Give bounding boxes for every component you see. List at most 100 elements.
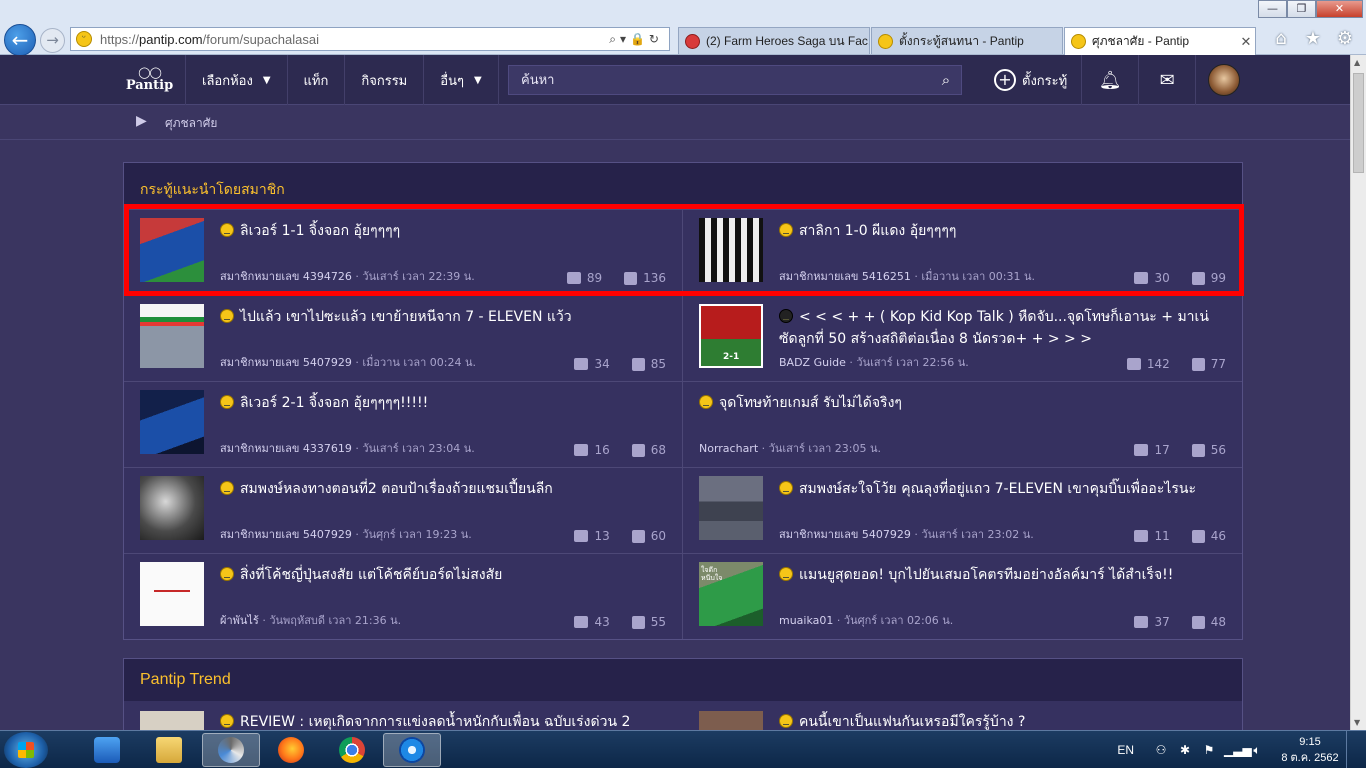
search-input[interactable] xyxy=(521,72,931,88)
media-player-app[interactable] xyxy=(78,733,136,767)
comment-icon xyxy=(1134,444,1149,456)
recorder-app[interactable] xyxy=(202,733,260,767)
favorites-star-icon[interactable]: ★ xyxy=(1302,28,1324,49)
search-icon[interactable]: ⌕ xyxy=(931,71,961,89)
topic-item[interactable]: 2-1 < < < + + ( Kop Kid Kop Talk ) หืดจั… xyxy=(683,295,1242,381)
settings-gear-icon[interactable]: ⚙ xyxy=(1334,28,1356,49)
comment-icon xyxy=(1134,272,1149,284)
search-box: ⌕ xyxy=(508,65,962,95)
menu-activities[interactable]: กิจกรรม xyxy=(345,55,425,105)
vote-plus-icon xyxy=(624,271,638,285)
menu-select-room[interactable]: เลือกห้อง ▼ xyxy=(186,55,288,105)
internet-explorer-app[interactable] xyxy=(383,733,441,767)
topic-thumbnail[interactable] xyxy=(140,390,204,454)
thumbnail-score-text: 2-1 xyxy=(723,352,740,362)
language-indicator[interactable]: EN xyxy=(1117,743,1134,757)
topic-emoji-icon xyxy=(779,714,793,728)
volume-icon[interactable]: 🔈︎ xyxy=(1248,743,1266,758)
firefox-icon xyxy=(278,737,304,763)
notification-bell-icon[interactable]: 🔔︎ xyxy=(1082,55,1140,105)
topic-item[interactable]: สาลิกา 1-0 ผีแดง อุ้ยๆๆๆๆ สมาชิกหมายเลข … xyxy=(683,209,1242,295)
explorer-app[interactable] xyxy=(140,733,198,767)
topic-thumbnail[interactable] xyxy=(140,476,204,540)
vote-plus-icon xyxy=(631,357,645,371)
vote-plus-icon xyxy=(631,615,645,629)
back-button[interactable]: ← xyxy=(4,24,36,56)
media-player-icon xyxy=(94,737,120,763)
user-avatar[interactable] xyxy=(1208,64,1241,96)
tab-new-topic[interactable]: ตั้งกระทู้สนทนา - Pantip xyxy=(871,27,1063,54)
pantip-trend-panel: Pantip Trend REVIEW : เหตุเกิดจากการแข่ง… xyxy=(123,658,1243,738)
clock[interactable]: 9:15 8 ต.ค. 2562 xyxy=(1280,734,1340,766)
recommended-topics-panel: กระทู้แนะนำโดยสมาชิก ลิเวอร์ 1-1 จิ้งจอก… xyxy=(123,162,1243,640)
browser-toolbar-right: ⌂ ★ ⚙ xyxy=(1270,28,1356,49)
recommended-title: กระทู้แนะนำโดยสมาชิก xyxy=(124,163,1242,209)
topic-emoji-icon xyxy=(699,395,713,409)
close-tab-icon[interactable]: ✕ xyxy=(1237,34,1255,50)
topic-item[interactable]: ใจดีก หนีบใจ แมนยูสุดยอด! บุกไปยันเสมอโค… xyxy=(683,553,1242,639)
farm-heroes-favicon-icon xyxy=(685,33,700,49)
home-icon[interactable]: ⌂ xyxy=(1270,28,1292,49)
vote-plus-icon xyxy=(1191,271,1205,285)
close-window-button[interactable]: ✕ xyxy=(1316,0,1363,18)
forward-button[interactable]: → xyxy=(40,28,65,53)
topic-thumbnail[interactable] xyxy=(140,304,204,368)
scroll-down-icon[interactable]: ▼ xyxy=(1354,718,1360,727)
folder-icon xyxy=(156,737,182,763)
caret-down-icon: ▼ xyxy=(473,74,482,86)
topic-item[interactable]: จุดโทษท้ายเกมส์ รับไม่ได้จริงๆ Norrachar… xyxy=(683,381,1242,467)
topic-item[interactable]: สมพงษ์สะใจโว้ย คุณลุงที่อยู่แถว 7-ELEVEN… xyxy=(683,467,1242,553)
address-bar[interactable]: ᵕ https://pantip.com/forum/supachalasai … xyxy=(70,27,670,51)
menu-others[interactable]: อื่นๆ ▼ xyxy=(424,55,499,105)
topic-item[interactable]: สิ่งที่โค้ชญี่ปุ่นสงสัย แต่โค้ชคีย์บอร์ด… xyxy=(124,553,683,639)
comment-icon xyxy=(1134,616,1149,628)
windows-taskbar: EN ⚇ ✱ ⚑ ▁▃▅ 🔈︎ 9:15 8 ต.ค. 2562 xyxy=(0,730,1366,768)
start-button[interactable] xyxy=(4,732,48,768)
maximize-button[interactable]: ❐ xyxy=(1287,0,1316,18)
signal-icon[interactable]: ▁▃▅ xyxy=(1224,743,1252,757)
logo-mark-icon: ◯◯ xyxy=(138,65,162,79)
caret-down-icon: ▼ xyxy=(262,74,271,86)
chrome-app[interactable] xyxy=(323,733,381,767)
firefox-app[interactable] xyxy=(262,733,320,767)
topic-emoji-icon xyxy=(220,223,234,237)
comment-icon xyxy=(574,444,589,456)
topic-thumbnail[interactable] xyxy=(140,711,204,731)
pantip-logo[interactable]: ◯◯ Pantip xyxy=(114,55,186,105)
topic-item[interactable]: ไปแล้ว เขาไปซะแล้ว เขาย้ายหนีจาก 7 - ELE… xyxy=(124,295,683,381)
address-tools-icon[interactable]: ⌕▾🔒↻ xyxy=(609,32,669,47)
bluetooth-icon[interactable]: ✱ xyxy=(1176,743,1194,757)
topic-item[interactable]: ลิเวอร์ 1-1 จิ้งจอก อุ้ยๆๆๆๆ สมาชิกหมายเ… xyxy=(124,209,683,295)
scrollbar-thumb[interactable] xyxy=(1353,73,1364,173)
topic-thumbnail[interactable] xyxy=(699,218,763,282)
site-favicon-icon: ᵕ xyxy=(76,31,92,47)
comment-icon xyxy=(574,530,589,542)
topic-thumbnail[interactable] xyxy=(140,562,204,626)
topic-thumbnail[interactable]: 2-1 xyxy=(699,304,763,368)
menu-tags[interactable]: แท็ก xyxy=(288,55,346,105)
comment-icon xyxy=(574,616,589,628)
topic-thumbnail[interactable]: ใจดีก หนีบใจ xyxy=(699,562,763,626)
breadcrumb: ▶ ศุภชลาศัย xyxy=(0,106,1350,140)
site-header: ◯◯ Pantip เลือกห้อง ▼ แท็ก กิจกรรม อื่นๆ ▼… xyxy=(0,55,1350,105)
show-desktop-button[interactable] xyxy=(1346,731,1358,768)
topic-thumbnail[interactable] xyxy=(699,711,763,731)
comment-icon xyxy=(1134,530,1149,542)
flag-icon[interactable]: ⚑ xyxy=(1200,743,1218,757)
tab-farm-heroes[interactable]: (2) Farm Heroes Saga บน Fac... xyxy=(678,27,870,54)
thumbnail-caption-text: ใจดีก หนีบใจ xyxy=(701,566,723,582)
topic-thumbnail[interactable] xyxy=(140,218,204,282)
window-controls: — ❐ ✕ xyxy=(1258,0,1363,18)
tab-supachalasai[interactable]: ศุภชลาศัย - Pantip ✕ xyxy=(1064,27,1256,55)
minimize-button[interactable]: — xyxy=(1258,0,1287,18)
page-scrollbar[interactable]: ▲ ▼ xyxy=(1350,55,1366,730)
scroll-up-icon[interactable]: ▲ xyxy=(1354,58,1360,67)
new-topic-button[interactable]: + ตั้งกระทู้ xyxy=(980,55,1083,105)
network-monitor-icon[interactable]: ⚇ xyxy=(1152,743,1170,757)
topic-thumbnail[interactable] xyxy=(699,476,763,540)
topic-item[interactable]: ลิเวอร์ 2-1 จิ้งจอก อุ้ยๆๆๆๆ!!!!! สมาชิก… xyxy=(124,381,683,467)
mail-icon[interactable]: ✉ xyxy=(1139,55,1197,105)
topic-item[interactable]: สมพงษ์หลงทางตอนที่2 ตอบป้าเรื่องถ้วยแชมเ… xyxy=(124,467,683,553)
address-url[interactable]: https://pantip.com/forum/supachalasai xyxy=(100,32,609,47)
breadcrumb-label[interactable]: ศุภชลาศัย xyxy=(165,114,217,133)
